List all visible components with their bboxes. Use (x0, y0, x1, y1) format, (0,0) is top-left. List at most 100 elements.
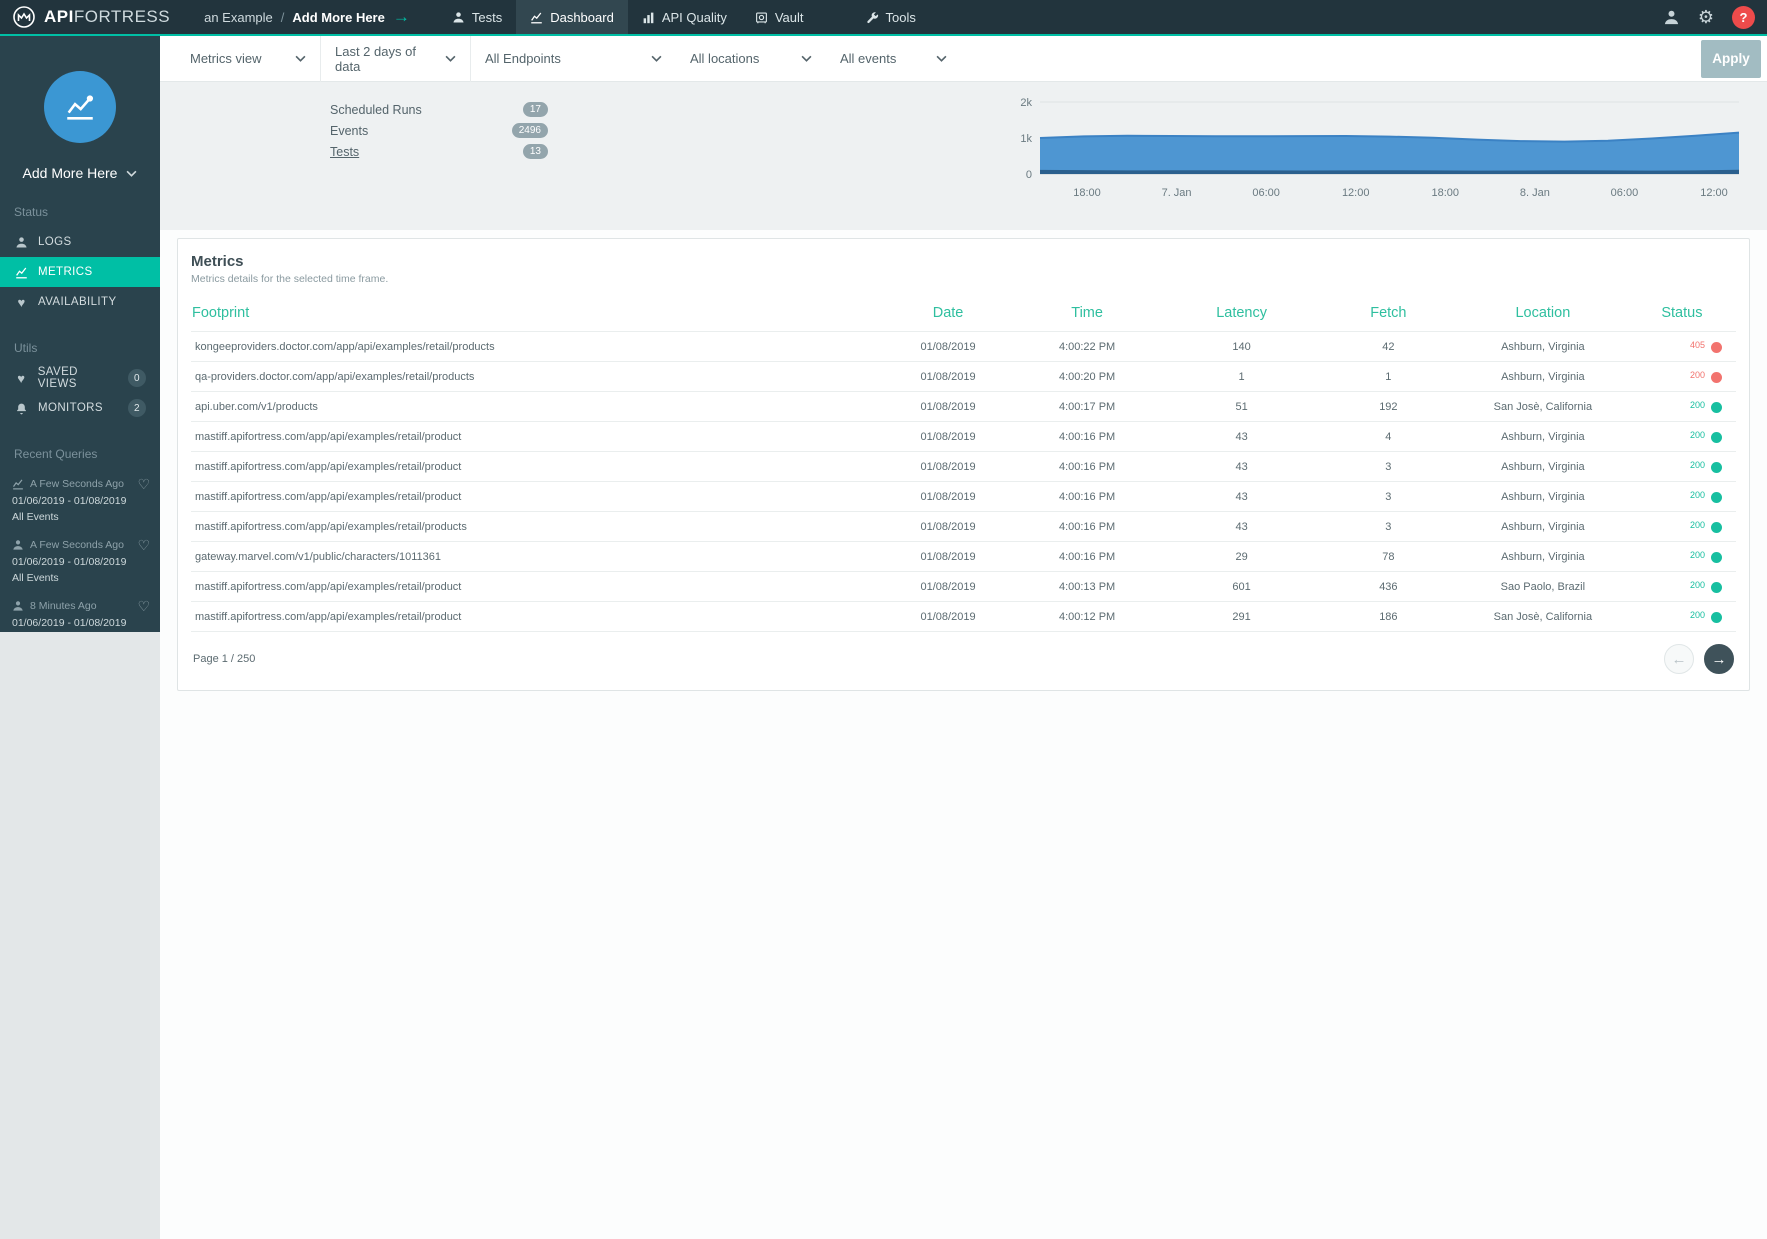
locations-dropdown-value: All locations (690, 51, 759, 66)
table-row[interactable]: gateway.marvel.com/v1/public/characters/… (191, 542, 1736, 572)
recent-query-scope: All Events (12, 511, 150, 523)
chevron-down-icon (651, 55, 662, 62)
status-dot (1711, 522, 1722, 533)
user-profile-icon[interactable] (1663, 9, 1680, 26)
timeframe-dropdown[interactable]: Last 2 days of data (321, 36, 471, 82)
settings-gear-icon[interactable]: ⚙ (1698, 8, 1714, 26)
status-cell: 200 (1628, 452, 1736, 482)
status-dot (1711, 372, 1722, 383)
breadcrumb-project[interactable]: an Example (204, 10, 273, 25)
table-row[interactable]: mastiff.apifortress.com/app/api/examples… (191, 422, 1736, 452)
events-chart: 2k1k018:007. Jan06:0012:0018:008. Jan06:… (1002, 92, 1747, 207)
nav-vault[interactable]: Vault (741, 0, 818, 34)
footprint-cell: mastiff.apifortress.com/app/api/examples… (191, 572, 886, 602)
recent-query-item[interactable]: 8 Minutes Ago ♡ 01/06/2019 - 01/08/2019 … (0, 591, 160, 632)
col-location[interactable]: Location (1458, 299, 1628, 332)
monitors-count-badge: 2 (128, 399, 146, 417)
favorite-heart-icon[interactable]: ♡ (137, 538, 150, 552)
nav-api-quality[interactable]: API Quality (628, 0, 741, 34)
view-dropdown[interactable]: Metrics view (176, 36, 321, 82)
recent-query-ago: A Few Seconds Ago (30, 478, 124, 490)
footprint-cell: api.uber.com/v1/products (191, 392, 886, 422)
recent-query-item[interactable]: A Few Seconds Ago ♡ 01/06/2019 - 01/08/2… (0, 530, 160, 591)
breadcrumb-current[interactable]: Add More Here (292, 10, 384, 25)
project-name: Add More Here (23, 165, 118, 181)
status-dot (1711, 342, 1722, 353)
svg-text:06:00: 06:00 (1611, 187, 1639, 199)
table-row[interactable]: qa-providers.doctor.com/app/api/examples… (191, 362, 1736, 392)
breadcrumb-arrow-icon[interactable]: → (393, 7, 410, 27)
sidebar-item-metrics[interactable]: METRICS (0, 257, 160, 287)
status-code: 200 (1690, 460, 1705, 470)
page-indicator: Page 1 / 250 (193, 653, 255, 665)
stat-events[interactable]: Events 2496 (330, 123, 548, 138)
nav-dashboard[interactable]: Dashboard (516, 0, 628, 34)
table-row[interactable]: api.uber.com/v1/products01/08/20194:00:1… (191, 392, 1736, 422)
sidebar-item-label: MONITORS (38, 402, 103, 414)
col-footprint[interactable]: Footprint (191, 299, 886, 332)
main-content: Metrics view Last 2 days of data All End… (160, 36, 1767, 1239)
recent-query-item[interactable]: A Few Seconds Ago ♡ 01/06/2019 - 01/08/2… (0, 469, 160, 530)
saved-views-heart-icon: ♥ (14, 372, 29, 385)
footprint-cell: mastiff.apifortress.com/app/api/examples… (191, 452, 886, 482)
table-row[interactable]: mastiff.apifortress.com/app/api/examples… (191, 482, 1736, 512)
view-dropdown-value: Metrics view (190, 51, 262, 66)
status-cell: 200 (1628, 362, 1736, 392)
status-cell: 200 (1628, 392, 1736, 422)
footprint-cell: mastiff.apifortress.com/app/api/examples… (191, 512, 886, 542)
dashboard-chart-icon (530, 11, 543, 24)
latency-cell: 601 (1164, 572, 1319, 602)
time-cell: 4:00:16 PM (1010, 512, 1165, 542)
favorite-heart-icon[interactable]: ♡ (137, 599, 150, 613)
tools-wrench-icon (866, 11, 879, 24)
col-time[interactable]: Time (1010, 299, 1165, 332)
recent-query-range: 01/06/2019 - 01/08/2019 (12, 556, 150, 568)
nav-tests-label: Tests (472, 10, 502, 25)
table-row[interactable]: mastiff.apifortress.com/app/api/examples… (191, 602, 1736, 632)
fetch-cell: 192 (1319, 392, 1458, 422)
stat-scheduled-runs[interactable]: Scheduled Runs 17 (330, 102, 548, 117)
status-code: 200 (1690, 520, 1705, 530)
help-icon[interactable]: ? (1732, 6, 1755, 29)
availability-heart-icon: ♥ (14, 296, 29, 309)
status-dot (1711, 402, 1722, 413)
apply-button[interactable]: Apply (1701, 40, 1761, 78)
location-cell: Ashburn, Virginia (1458, 452, 1628, 482)
status-code: 200 (1690, 400, 1705, 410)
sidebar-item-saved-views[interactable]: ♥ SAVED VIEWS 0 (0, 363, 160, 393)
events-dropdown[interactable]: All events (826, 36, 961, 82)
col-date[interactable]: Date (886, 299, 1010, 332)
date-cell: 01/08/2019 (886, 512, 1010, 542)
sidebar-item-label: SAVED VIEWS (38, 366, 119, 390)
status-dot (1711, 462, 1722, 473)
col-latency[interactable]: Latency (1164, 299, 1319, 332)
locations-dropdown[interactable]: All locations (676, 36, 826, 82)
col-status[interactable]: Status (1628, 299, 1736, 332)
sidebar-item-logs[interactable]: LOGS (0, 227, 160, 257)
fetch-cell: 4 (1319, 422, 1458, 452)
nav-tests[interactable]: Tests (438, 0, 516, 34)
recent-query-ago: 8 Minutes Ago (30, 600, 97, 612)
app-logo[interactable]: APIFORTRESS (0, 0, 190, 34)
next-page-button[interactable]: → (1704, 644, 1734, 674)
table-row[interactable]: kongeeproviders.doctor.com/app/api/examp… (191, 332, 1736, 362)
table-row[interactable]: mastiff.apifortress.com/app/api/examples… (191, 572, 1736, 602)
prev-page-button[interactable]: ← (1664, 644, 1694, 674)
sidebar-item-monitors[interactable]: MONITORS 2 (0, 393, 160, 423)
project-avatar[interactable] (44, 71, 116, 143)
stat-tests[interactable]: Tests 13 (330, 144, 548, 159)
endpoints-dropdown[interactable]: All Endpoints (471, 36, 676, 82)
latency-cell: 1 (1164, 362, 1319, 392)
table-row[interactable]: mastiff.apifortress.com/app/api/examples… (191, 452, 1736, 482)
svg-text:06:00: 06:00 (1252, 187, 1280, 199)
tests-user-icon (452, 11, 465, 24)
col-fetch[interactable]: Fetch (1319, 299, 1458, 332)
favorite-heart-icon[interactable]: ♡ (137, 477, 150, 491)
date-cell: 01/08/2019 (886, 482, 1010, 512)
nav-tools[interactable]: Tools (852, 0, 930, 34)
project-selector[interactable]: Add More Here (0, 165, 160, 181)
table-row[interactable]: mastiff.apifortress.com/app/api/examples… (191, 512, 1736, 542)
location-cell: Ashburn, Virginia (1458, 512, 1628, 542)
sidebar-item-availability[interactable]: ♥ AVAILABILITY (0, 287, 160, 317)
recent-query-range: 01/06/2019 - 01/08/2019 (12, 617, 150, 629)
